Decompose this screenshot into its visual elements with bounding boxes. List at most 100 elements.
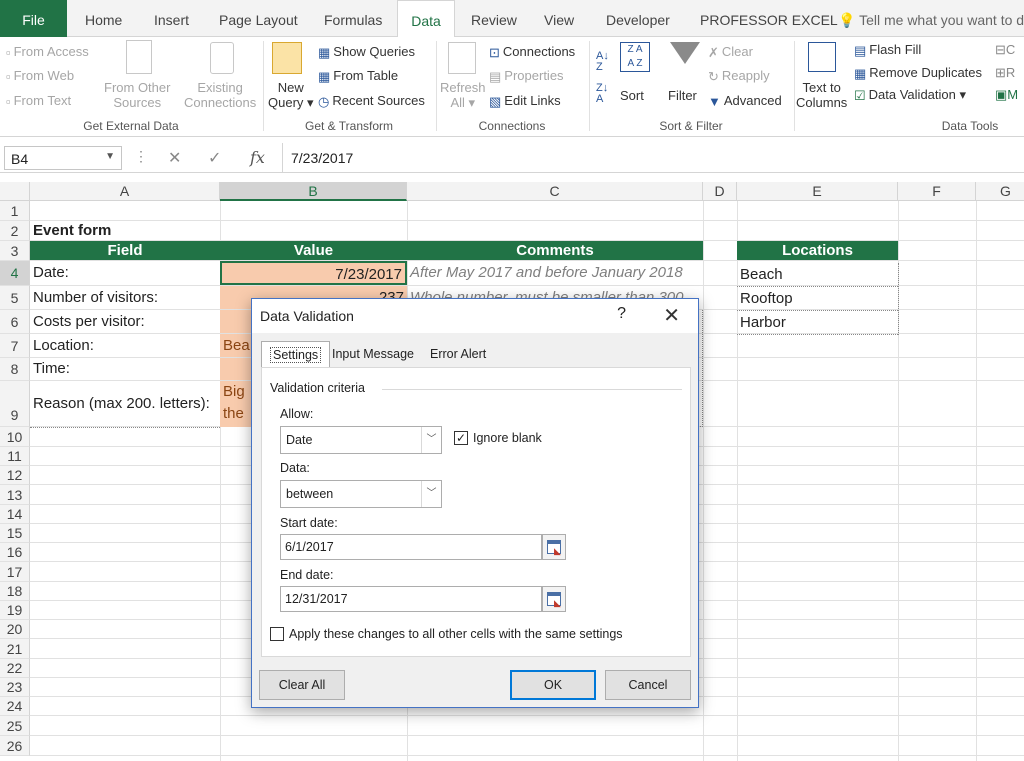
cell-c3[interactable]: Comments (407, 241, 703, 260)
column-header-e[interactable]: E (737, 182, 898, 201)
cell-e3[interactable]: Locations (737, 241, 898, 260)
cell-b4[interactable]: 7/23/2017 (220, 261, 407, 285)
column-header-c[interactable]: C (407, 182, 703, 201)
consolidate-icon[interactable]: ⊟C (995, 42, 1015, 58)
cell-c4[interactable]: After May 2017 and before January 2018 (407, 261, 703, 285)
row-header[interactable]: 10 (0, 427, 30, 447)
tab-formulas[interactable]: Formulas (324, 0, 382, 37)
cell-a3[interactable]: Field (30, 241, 220, 260)
refresh-all-button[interactable]: Refresh All ▾ (440, 42, 486, 111)
manage-data-model-icon[interactable]: ▣M (995, 87, 1018, 103)
filter-button[interactable]: Filter (668, 42, 700, 103)
formula-input[interactable]: 7/23/2017 (282, 143, 1024, 173)
from-web-button[interactable]: ▫ From Web (6, 68, 74, 84)
cancel-icon[interactable]: ✕ (168, 148, 181, 168)
apply-all-checkbox[interactable] (270, 627, 284, 641)
end-date-input[interactable]: 12/31/2017 (280, 586, 542, 612)
advanced-filter-button[interactable]: ▼ Advanced (708, 93, 782, 109)
tab-review[interactable]: Review (471, 0, 517, 37)
row-header[interactable]: 14 (0, 505, 30, 524)
from-access-button[interactable]: ▫ From Access (6, 44, 89, 60)
allow-select[interactable]: Date ﹀ (280, 426, 442, 454)
help-button[interactable]: ? (617, 305, 626, 323)
ignore-blank-checkbox[interactable]: ✓ (454, 431, 468, 445)
from-table-button[interactable]: ▦ From Table (318, 68, 398, 85)
from-text-button[interactable]: ▫ From Text (6, 93, 71, 109)
row-header[interactable]: 12 (0, 466, 30, 485)
row-header[interactable]: 5 (0, 286, 30, 310)
tab-developer[interactable]: Developer (606, 0, 670, 37)
sort-az-icon[interactable]: A↓ Z (596, 51, 609, 73)
tab-page-layout[interactable]: Page Layout (219, 0, 298, 37)
cancel-button[interactable]: Cancel (605, 670, 691, 700)
range-select-icon[interactable]: ◣ (542, 534, 566, 560)
row-header[interactable]: 19 (0, 601, 30, 620)
cell-a6[interactable]: Costs per visitor: (30, 310, 220, 333)
cell-e5[interactable]: Rooftop (737, 287, 898, 311)
row-header[interactable]: 23 (0, 678, 30, 697)
column-header-d[interactable]: D (703, 182, 737, 201)
row-header[interactable]: 9 (0, 381, 30, 427)
clear-filter-button[interactable]: ✗ Clear (708, 44, 753, 61)
tab-input-message[interactable]: Input Message (324, 341, 422, 367)
reapply-button[interactable]: ↻ Reapply (708, 68, 770, 85)
row-header[interactable]: 25 (0, 716, 30, 736)
row-header[interactable]: 2 (0, 221, 30, 241)
tab-data[interactable]: Data (397, 0, 455, 38)
insert-function-icon[interactable]: fx (250, 148, 265, 167)
cell-a8[interactable]: Time: (30, 358, 220, 380)
row-header[interactable]: 4 (0, 261, 30, 286)
existing-connections-button[interactable]: Existing Connections (184, 42, 256, 110)
row-header[interactable]: 21 (0, 639, 30, 659)
relationships-icon[interactable]: ⊞R (995, 65, 1015, 81)
column-header-b[interactable]: B (220, 182, 407, 201)
sort-za-icon[interactable]: Z↓ A (596, 83, 608, 105)
text-to-columns-button[interactable]: Text to Columns (796, 42, 847, 110)
ok-button[interactable]: OK (510, 670, 596, 700)
tab-home[interactable]: Home (85, 0, 122, 37)
cell-a5[interactable]: Number of visitors: (30, 286, 220, 309)
tab-view[interactable]: View (544, 0, 574, 37)
cell-a2[interactable]: Event form (30, 221, 220, 241)
remove-duplicates-button[interactable]: ▦ Remove Duplicates (854, 65, 982, 82)
connections-button[interactable]: ⊡ Connections (489, 44, 575, 61)
flash-fill-button[interactable]: ▤ Flash Fill (854, 42, 921, 59)
select-all-corner[interactable] (0, 182, 30, 201)
from-other-sources-button[interactable]: From Other Sources (104, 40, 170, 110)
row-header[interactable]: 7 (0, 334, 30, 358)
clear-all-button[interactable]: Clear All (259, 670, 345, 700)
row-header[interactable]: 15 (0, 524, 30, 543)
cell-b3[interactable]: Value (220, 241, 407, 260)
start-date-input[interactable]: 6/1/2017 (280, 534, 542, 560)
cell-e4[interactable]: Beach (737, 263, 898, 287)
cell-a9[interactable]: Reason (max 200. letters): (30, 381, 220, 427)
tab-error-alert[interactable]: Error Alert (422, 341, 494, 367)
name-box[interactable]: B4 ▼ (4, 146, 122, 170)
row-header[interactable]: 13 (0, 485, 30, 505)
column-header-f[interactable]: F (898, 182, 976, 201)
cell-a4[interactable]: Date: (30, 261, 220, 285)
column-header-a[interactable]: A (30, 182, 220, 201)
new-query-button[interactable]: New Query ▾ (268, 42, 314, 111)
tab-file[interactable]: File (0, 0, 67, 37)
column-header-g[interactable]: G (976, 182, 1024, 201)
row-header[interactable]: 26 (0, 736, 30, 756)
data-validation-button[interactable]: ☑ Data Validation ▾ (854, 87, 966, 104)
tab-settings[interactable]: Settings (261, 341, 331, 368)
tell-me-box[interactable]: 💡 Tell me what you want to do (838, 0, 1024, 37)
row-header[interactable]: 1 (0, 201, 30, 221)
row-header[interactable]: 6 (0, 310, 30, 334)
cell-e6[interactable]: Harbor (737, 311, 898, 335)
row-header[interactable]: 17 (0, 562, 30, 582)
cell-a7[interactable]: Location: (30, 334, 220, 357)
row-header[interactable]: 18 (0, 582, 30, 601)
show-queries-button[interactable]: ▦ Show Queries (318, 44, 415, 61)
edit-links-button[interactable]: ▧ Edit Links (489, 93, 561, 110)
recent-sources-button[interactable]: ◷ Recent Sources (318, 93, 425, 110)
row-header[interactable]: 22 (0, 659, 30, 678)
sort-button[interactable]: Z AA Z Sort (620, 42, 650, 103)
row-header[interactable]: 8 (0, 358, 30, 381)
row-header[interactable]: 3 (0, 241, 30, 261)
range-select-icon[interactable]: ◣ (542, 586, 566, 612)
tab-insert[interactable]: Insert (154, 0, 189, 37)
